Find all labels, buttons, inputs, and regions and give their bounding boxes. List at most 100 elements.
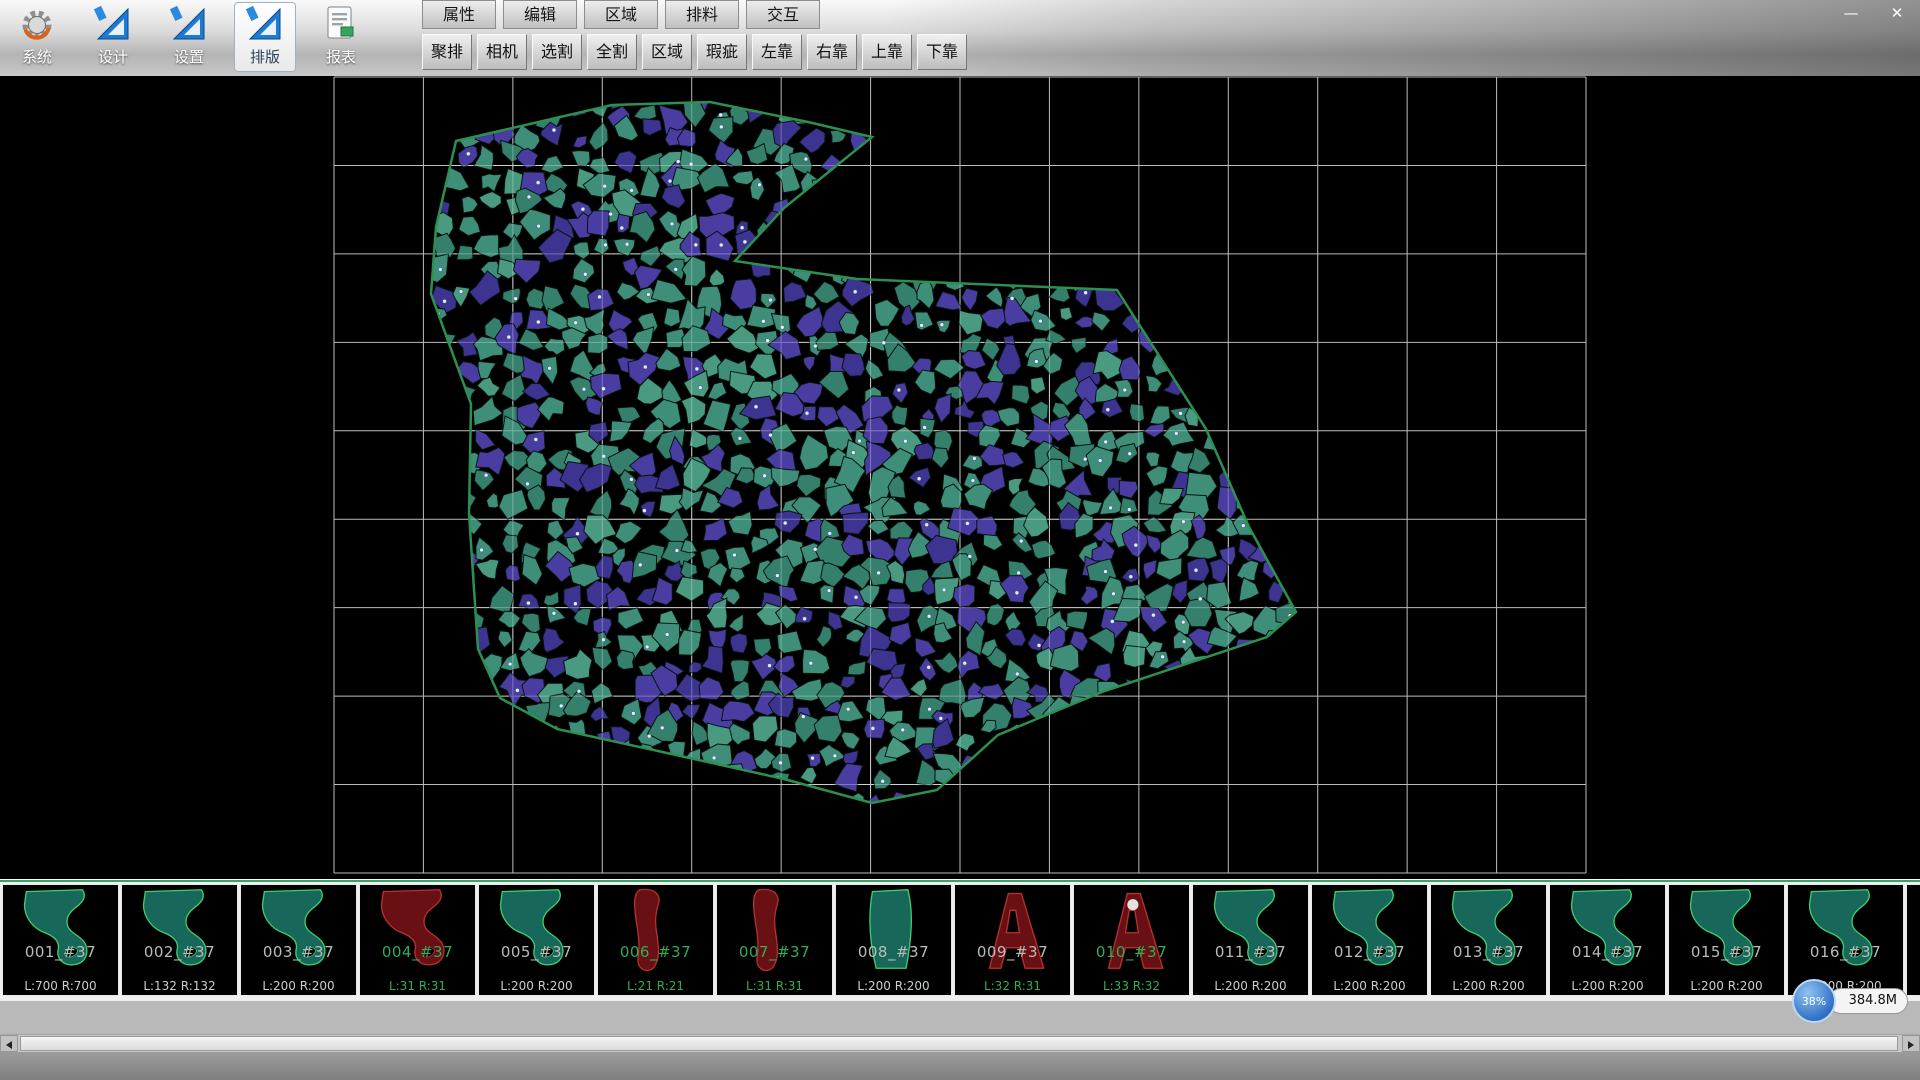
piece-id-label: 011_#37	[1193, 943, 1308, 961]
piece-lr-count: L:200 R:200	[1550, 979, 1665, 993]
piece-lr-count: L:200 R:200	[479, 979, 594, 993]
piece-id-label: 014_#37	[1550, 943, 1665, 961]
piece-thumbnail-strip: 001_#37L:700 R:700002_#37L:132 R:132003_…	[0, 879, 1920, 1001]
scrollbar-thumb[interactable]	[20, 1036, 1898, 1051]
piece-lr-count: L:200 R:200	[1312, 979, 1427, 993]
piece-lr-count: L:31 R:31	[717, 979, 832, 993]
piece-lr-count: L:21 R:21	[598, 979, 713, 993]
ribbon-menus: 属性编辑区域排料交互 聚排相机选割全割区域瑕疵左靠右靠上靠下靠	[422, 0, 967, 70]
appbar-item-label: 设计	[98, 46, 128, 67]
piece-thumbnail-12[interactable]: 012_#37 L:200 R:200	[1311, 884, 1428, 996]
piece-lr-count: L:132 R:132	[122, 979, 237, 993]
tool-button-4[interactable]: 区域	[642, 34, 692, 70]
scroll-left-icon[interactable]	[0, 1035, 18, 1052]
piece-thumbnail-7[interactable]: 007_#37 L:31 R:31	[716, 884, 833, 996]
appbar-item-2[interactable]: 设置	[158, 2, 220, 72]
tool-button-7[interactable]: 右靠	[807, 34, 857, 70]
piece-lr-count: L:200 R:200	[1431, 979, 1546, 993]
piece-id-label: 008_#37	[836, 943, 951, 961]
piece-thumbnail-10[interactable]: 010_#37 L:33 R:32	[1073, 884, 1190, 996]
toolbar: 系统设计设置排版报表 属性编辑区域排料交互 聚排相机选割全割区域瑕疵左靠右靠上靠…	[0, 0, 1920, 76]
piece-id-label: 015_#37	[1669, 943, 1784, 961]
tool-button-5[interactable]: 瑕疵	[697, 34, 747, 70]
strip-lower-margin	[0, 1001, 1920, 1034]
piece-id-label: 007_#37	[717, 943, 832, 961]
menu-tab-2[interactable]: 区域	[584, 0, 658, 29]
report-icon	[321, 4, 361, 44]
design-square-icon	[93, 4, 133, 44]
scroll-right-icon[interactable]	[1902, 1035, 1920, 1052]
piece-lr-count: L:700 R:700	[3, 979, 118, 993]
piece-lr-count: L:33 R:32	[1074, 979, 1189, 993]
menu-tab-0[interactable]: 属性	[422, 0, 496, 29]
piece-id-label: 013_#37	[1431, 943, 1546, 961]
piece-lr-count: L:200 R:200	[1193, 979, 1308, 993]
piece-id-label: 001_#37	[3, 943, 118, 961]
piece-lr-count: L:200 R:200	[1907, 979, 1920, 993]
appbar-item-label: 排版	[250, 46, 280, 67]
piece-id-label: 010_#37	[1074, 943, 1189, 961]
minimize-button[interactable]: —	[1838, 3, 1864, 23]
appbar-item-1[interactable]: 设计	[82, 2, 144, 72]
menu-tab-1[interactable]: 编辑	[503, 0, 577, 29]
menu-tab-row: 属性编辑区域排料交互	[422, 0, 967, 29]
piece-lr-count: L:200 R:200	[1669, 979, 1784, 993]
menu-tab-3[interactable]: 排料	[665, 0, 739, 29]
piece-lr-count: L:32 R:31	[955, 979, 1070, 993]
layout-square-icon	[245, 4, 285, 44]
piece-thumbnail-8[interactable]: 008_#37 L:200 R:200	[835, 884, 952, 996]
piece-thumbnail-2[interactable]: 002_#37 L:132 R:132	[121, 884, 238, 996]
piece-id-label: 004_#37	[360, 943, 475, 961]
piece-id-label: 009_#37	[955, 943, 1070, 961]
appbar-item-3[interactable]: 排版	[234, 2, 296, 72]
piece-id-label: 005_#37	[479, 943, 594, 961]
tool-button-row: 聚排相机选割全割区域瑕疵左靠右靠上靠下靠	[422, 34, 967, 70]
piece-thumbnail-5[interactable]: 005_#37 L:200 R:200	[478, 884, 595, 996]
piece-id-label: 006_#37	[598, 943, 713, 961]
piece-id-label: 012_#37	[1312, 943, 1427, 961]
piece-lr-count: L:31 R:31	[360, 979, 475, 993]
close-button[interactable]: ✕	[1884, 3, 1910, 23]
window-controls: — ✕	[1838, 3, 1910, 23]
tool-button-9[interactable]: 下靠	[917, 34, 967, 70]
progress-circle: 38%	[1792, 979, 1836, 1023]
tool-button-8[interactable]: 上靠	[862, 34, 912, 70]
bottom-status-band	[0, 1052, 1920, 1080]
appbar-item-label: 报表	[326, 46, 356, 67]
piece-id-label: 002_#37	[122, 943, 237, 961]
menu-tab-4[interactable]: 交互	[746, 0, 820, 29]
appbar-item-0[interactable]: 系统	[6, 2, 68, 72]
tool-button-1[interactable]: 相机	[477, 34, 527, 70]
appbar-item-label: 设置	[174, 46, 204, 67]
settings-square-icon	[169, 4, 209, 44]
nesting-canvas[interactable]	[0, 76, 1920, 879]
appbar-item-label: 系统	[22, 46, 52, 67]
memory-usage-widget: 384.8M 38%	[1792, 979, 1908, 1023]
app-launcher-bar: 系统 设计 设置 排版 报表	[6, 2, 372, 74]
tool-button-6[interactable]: 左靠	[752, 34, 802, 70]
piece-id-label: 017_#37	[1907, 943, 1920, 961]
piece-thumbnail-1[interactable]: 001_#37 L:700 R:700	[2, 884, 119, 996]
progress-percent: 38%	[1802, 995, 1826, 1008]
piece-id-label: 003_#37	[241, 943, 356, 961]
memory-label: 384.8M	[1828, 988, 1908, 1014]
piece-thumbnail-3[interactable]: 003_#37 L:200 R:200	[240, 884, 357, 996]
piece-thumbnail-9[interactable]: 009_#37 L:32 R:31	[954, 884, 1071, 996]
tool-button-3[interactable]: 全割	[587, 34, 637, 70]
nesting-canvas-svg	[0, 76, 1920, 879]
piece-thumbnail-6[interactable]: 006_#37 L:21 R:21	[597, 884, 714, 996]
piece-thumbnail-14[interactable]: 014_#37 L:200 R:200	[1549, 884, 1666, 996]
piece-lr-count: L:200 R:200	[836, 979, 951, 993]
appbar-item-4[interactable]: 报表	[310, 2, 372, 72]
piece-thumbnail-4[interactable]: 004_#37 L:31 R:31	[359, 884, 476, 996]
horizontal-scrollbar[interactable]	[0, 1034, 1920, 1052]
tool-button-0[interactable]: 聚排	[422, 34, 472, 70]
piece-thumbnail-11[interactable]: 011_#37 L:200 R:200	[1192, 884, 1309, 996]
piece-id-label: 016_#37	[1788, 943, 1903, 961]
piece-thumbnail-15[interactable]: 015_#37 L:200 R:200	[1668, 884, 1785, 996]
tool-button-2[interactable]: 选割	[532, 34, 582, 70]
piece-lr-count: L:200 R:200	[241, 979, 356, 993]
piece-thumbnail-17[interactable]: 017_#37 L:200 R:200	[1906, 884, 1920, 996]
gear-icon	[17, 4, 57, 44]
piece-thumbnail-13[interactable]: 013_#37 L:200 R:200	[1430, 884, 1547, 996]
